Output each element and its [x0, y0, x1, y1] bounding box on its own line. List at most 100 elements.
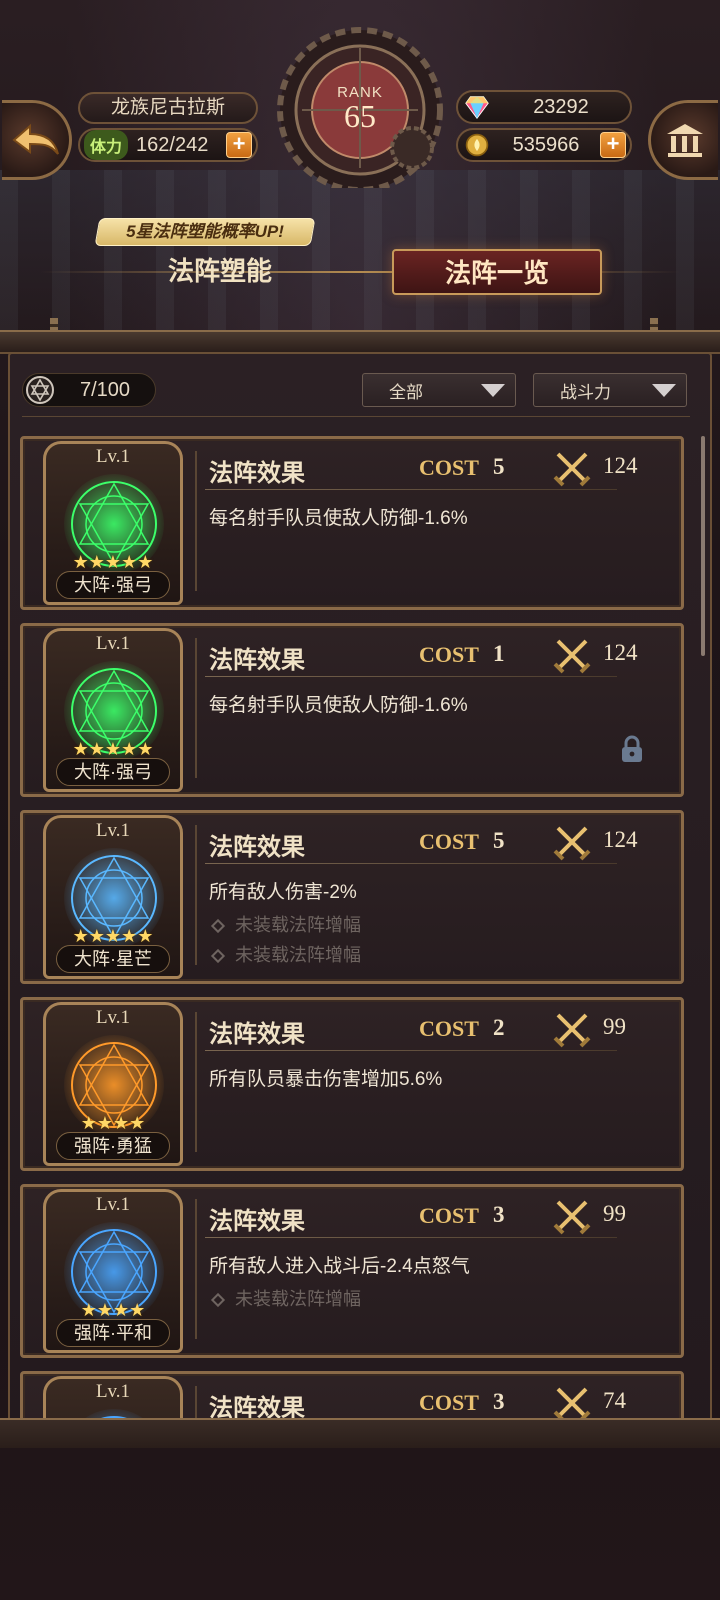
cost-label: COST: [419, 829, 479, 854]
panel-top-frame: [0, 330, 720, 354]
effect-title: 法阵效果: [209, 1396, 305, 1418]
cost-value: 5: [493, 828, 505, 853]
promo-text: 5星法阵塑能概率UP!: [126, 222, 284, 241]
stamina-bar: 体力 162/242 +: [78, 128, 258, 162]
player-name: 龙族尼古拉斯: [78, 92, 258, 124]
cost-label: COST: [419, 1016, 479, 1041]
level-label: Lv.1: [95, 1381, 131, 1402]
title-underline: [205, 1237, 617, 1238]
level-label: Lv.1: [95, 1007, 131, 1028]
empty-amplifier-slot[interactable]: 未装载法阵增幅: [209, 911, 361, 937]
formation-card[interactable]: Lv.1 法阵效果 COST 3 74: [20, 1371, 684, 1418]
gem-value: 23292: [533, 95, 589, 118]
toolbar-divider: [22, 416, 690, 417]
title-underline: [205, 1050, 617, 1051]
effect-title: 法阵效果: [209, 1022, 305, 1048]
effect-title: 法阵效果: [209, 461, 305, 487]
empty-amplifier-slot[interactable]: 未装载法阵增幅: [209, 941, 361, 967]
formation-name: 强阵·勇猛: [56, 1132, 170, 1160]
star-rating: ★★★★★: [72, 552, 154, 572]
stamina-label: 体力: [84, 130, 129, 160]
formation-portrait[interactable]: Lv.1: [43, 1376, 183, 1418]
cost-label: COST: [419, 455, 479, 480]
effect-title: 法阵效果: [209, 648, 305, 674]
gem-icon: [462, 92, 492, 122]
formation-card[interactable]: Lv.1 ★★★★★ 大阵·星芒 法阵效果 COST 5 124 所有敌人伤害-…: [20, 810, 684, 984]
card-divider: [195, 638, 197, 778]
sort-label: 战斗力: [560, 382, 611, 402]
library-button[interactable]: [648, 100, 718, 180]
cost-value: 3: [493, 1389, 505, 1414]
level-label: Lv.1: [95, 633, 131, 654]
back-button[interactable]: [2, 100, 72, 180]
effect-title: 法阵效果: [209, 835, 305, 861]
power-value: 99: [603, 1201, 626, 1226]
formation-name: 大阵·强弓: [56, 571, 170, 599]
diamond-icon: [210, 948, 226, 964]
filter-label: 全部: [389, 382, 423, 402]
effect-description: 所有敌人进入战斗后-2.4点怒气: [209, 1256, 470, 1277]
sort-dropdown[interactable]: 战斗力: [533, 373, 687, 407]
card-divider: [195, 451, 197, 591]
gem-counter: 23292: [456, 90, 632, 124]
card-divider: [195, 1012, 197, 1152]
temple-icon: [666, 124, 703, 157]
amplifier-text: 未装载法阵增幅: [235, 915, 361, 935]
gold-value: 535966: [512, 133, 580, 156]
gold-plus-button[interactable]: +: [600, 132, 626, 158]
stamina-value: 162/242: [136, 133, 209, 156]
cost-value: 2: [493, 1015, 505, 1040]
title-underline: [205, 489, 617, 490]
empty-amplifier-slot[interactable]: 未装载法阵增幅: [209, 1285, 361, 1311]
formation-portrait[interactable]: Lv.1 ★★★★ 强阵·勇猛: [43, 1002, 183, 1166]
diamond-icon: [210, 1292, 226, 1308]
effect-description: 所有队员暴击伤害增加5.6%: [209, 1069, 443, 1090]
count-text: 7/100: [79, 378, 131, 401]
card-divider: [195, 825, 197, 965]
power-value: 74: [603, 1388, 626, 1413]
card-divider: [195, 1386, 197, 1418]
stamina-plus-button[interactable]: +: [226, 132, 252, 158]
back-arrow-icon: [11, 123, 59, 155]
card-divider: [195, 1199, 197, 1339]
level-label: Lv.1: [95, 1194, 131, 1215]
lock-icon[interactable]: [619, 734, 645, 764]
tab-formation-morph[interactable]: 法阵塑能: [140, 249, 300, 295]
cost-label: COST: [419, 1390, 479, 1415]
formation-portrait[interactable]: Lv.1 ★★★★★ 大阵·星芒: [43, 815, 183, 979]
formation-list[interactable]: Lv.1 ★★★★★ 大阵·强弓 法阵效果 COST 5 124 每名射手队员使…: [16, 436, 696, 1418]
rank-value: 65: [344, 98, 376, 134]
cost-value: 1: [493, 641, 505, 666]
magic-circle-icon: [85, 1409, 143, 1418]
formation-name: 强阵·平和: [56, 1319, 170, 1347]
amplifier-text: 未装载法阵增幅: [235, 945, 361, 965]
promo-banner: 5星法阵塑能概率UP!: [94, 218, 316, 246]
formation-card[interactable]: Lv.1 ★★★★★ 大阵·强弓 法阵效果 COST 5 124 每名射手队员使…: [20, 436, 684, 610]
tab-bar: 法阵塑能 法阵一览: [0, 245, 720, 301]
formation-name: 大阵·星芒: [56, 945, 170, 973]
formation-name: 大阵·强弓: [56, 758, 170, 786]
crossed-swords-icon: [553, 452, 591, 487]
formation-card[interactable]: Lv.1 ★★★★★ 大阵·强弓 法阵效果 COST 1 124 每名射手队员使…: [20, 623, 684, 797]
cost-value: 5: [493, 454, 505, 479]
title-underline: [205, 863, 617, 864]
list-scrollbar[interactable]: [701, 436, 705, 656]
formation-card[interactable]: Lv.1 ★★★★ 强阵·平和 法阵效果 COST 3 99 所有敌人进入战斗后…: [20, 1184, 684, 1358]
formation-portrait[interactable]: Lv.1 ★★★★★ 大阵·强弓: [43, 441, 183, 605]
amplifier-text: 未装载法阵增幅: [235, 1289, 361, 1309]
effect-description: 每名射手队员使敌人防御-1.6%: [209, 695, 468, 716]
effect-title: 法阵效果: [209, 1209, 305, 1235]
tab-formation-list[interactable]: 法阵一览: [392, 249, 602, 295]
formation-count: 7/100: [22, 373, 156, 407]
crossed-swords-icon: [553, 826, 591, 861]
power-value: 124: [603, 453, 638, 478]
formation-portrait[interactable]: Lv.1 ★★★★★ 大阵·强弓: [43, 628, 183, 792]
level-label: Lv.1: [95, 820, 131, 841]
formation-portrait[interactable]: Lv.1 ★★★★ 强阵·平和: [43, 1189, 183, 1353]
crossed-swords-icon: [553, 1013, 591, 1048]
effect-description: 每名射手队员使敌人防御-1.6%: [209, 508, 468, 529]
gold-counter: 535966 +: [456, 128, 632, 162]
filter-dropdown[interactable]: 全部: [362, 373, 516, 407]
power-value: 124: [603, 827, 638, 852]
formation-card[interactable]: Lv.1 ★★★★ 强阵·勇猛 法阵效果 COST 2 99 所有队员暴击伤害增…: [20, 997, 684, 1171]
